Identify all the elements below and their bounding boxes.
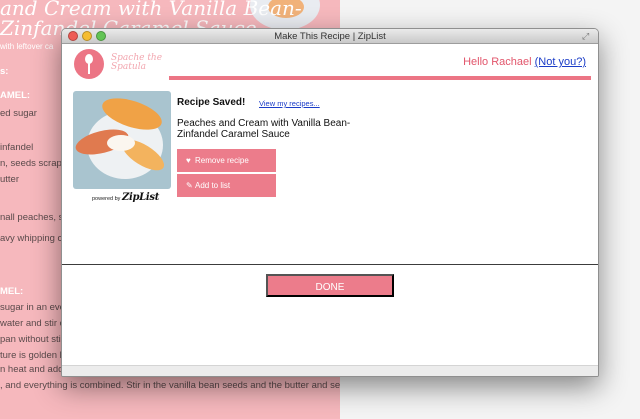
background-ingredient-line: MEL: [0, 286, 24, 297]
recipe-image [73, 91, 171, 189]
content-divider [62, 264, 598, 265]
view-my-recipes-link[interactable]: View my recipes... [259, 99, 320, 108]
site-logo: Spache the Spatula [71, 46, 169, 81]
fullscreen-icon[interactable]: ⤢ [582, 31, 592, 41]
background-ingredient-line: , and everything is combined. Stir in th… [0, 380, 340, 391]
heart-icon: ♥ [186, 156, 191, 165]
background-subtitle: with leftover ca [0, 42, 54, 51]
background-ingredient-line: n, seeds scrape [0, 158, 68, 169]
cream-dollop [107, 135, 135, 151]
title-bar[interactable]: Make This Recipe | ZipList ⤢ [62, 29, 598, 44]
pencil-icon: ✎ [186, 181, 193, 190]
window-title: Make This Recipe | ZipList [274, 31, 386, 42]
window-footer [62, 365, 598, 376]
powered-by-ziplist: powered by ZipList [92, 192, 159, 203]
recipe-saved-status: Recipe Saved! [177, 97, 246, 108]
greeting-text: Hello Rachael [463, 56, 532, 68]
background-ingredient-line: ed sugar [0, 108, 37, 119]
background-ingredient-line: pan without stirri [0, 334, 70, 345]
ziplist-logo: ZipList [121, 192, 160, 203]
background-ingredient-line: infandel [0, 142, 34, 153]
powered-by-text: powered by [92, 196, 121, 202]
background-ingredient-line: ture is golden br [0, 350, 69, 361]
ziplist-window: Make This Recipe | ZipList ⤢ Spache the … [61, 28, 599, 377]
spatula-logo-icon [74, 49, 104, 79]
background-ingredient-line: AMEL: [0, 90, 31, 101]
background-ingredient-line: s: [0, 66, 9, 77]
recipe-name: Peaches and Cream with Vanilla Bean-Zinf… [177, 118, 351, 140]
remove-recipe-button[interactable]: ♥ Remove recipe [177, 149, 276, 172]
done-button[interactable]: DONE [266, 274, 394, 297]
not-you-link[interactable]: (Not you?) [535, 56, 586, 68]
remove-recipe-label: Remove recipe [195, 156, 249, 165]
popup-header: Spache the Spatula Hello Rachael (Not yo… [62, 45, 598, 83]
user-greeting: Hello Rachael (Not you?) [463, 56, 586, 68]
background-ingredient-line: sugar in an ever [0, 302, 69, 313]
background-ingredient-line: utter [0, 174, 20, 185]
logo-text: Spache the Spatula [111, 53, 163, 72]
add-to-list-label: Add to list [195, 181, 231, 190]
add-to-list-button[interactable]: ✎ Add to list [177, 174, 276, 197]
